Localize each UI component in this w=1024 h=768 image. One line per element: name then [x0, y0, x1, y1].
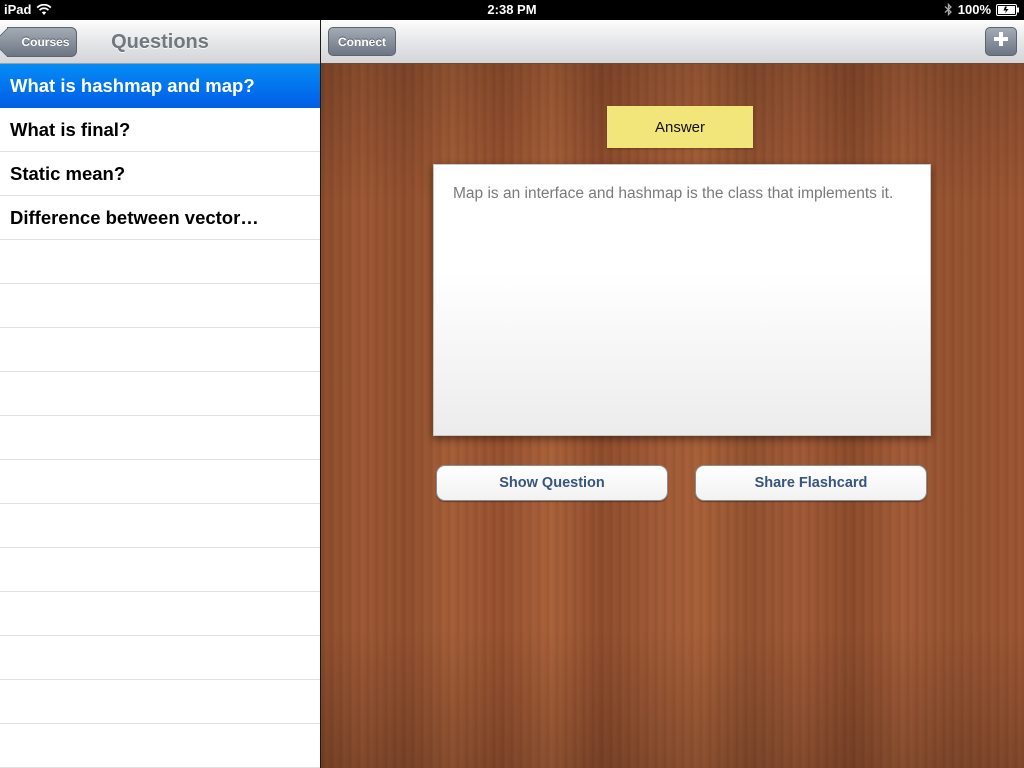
empty-row [0, 548, 320, 592]
courses-back-label: Courses [21, 35, 70, 49]
add-button[interactable] [985, 27, 1017, 56]
question-list: What is hashmap and map? What is final? … [0, 64, 320, 768]
question-label: What is final? [10, 118, 131, 140]
detail-navigation-bar: Connect [321, 20, 1024, 64]
battery-percent: 100% [957, 2, 991, 17]
empty-row [0, 460, 320, 504]
status-time: 2:38 PM [487, 2, 537, 17]
empty-row [0, 680, 320, 724]
empty-row [0, 328, 320, 372]
connect-button[interactable]: Connect [328, 27, 396, 56]
question-label: Static mean? [10, 162, 126, 184]
empty-row [0, 284, 320, 328]
master-pane: Courses Questions What is hashmap and ma… [0, 20, 320, 768]
question-row[interactable]: Difference between vector… [0, 196, 320, 240]
question-label: What is hashmap and map? [10, 74, 255, 96]
empty-row [0, 416, 320, 460]
answer-tape-label: Answer [607, 106, 753, 148]
plus-icon [993, 31, 1009, 52]
empty-row [0, 504, 320, 548]
question-row[interactable]: What is final? [0, 108, 320, 152]
master-navigation-bar: Courses Questions [0, 20, 320, 64]
bluetooth-icon [944, 3, 953, 16]
empty-row [0, 372, 320, 416]
share-flashcard-button[interactable]: Share Flashcard [695, 465, 927, 501]
question-row[interactable]: What is hashmap and map? [0, 64, 320, 108]
question-row[interactable]: Static mean? [0, 152, 320, 196]
status-bar: iPad 2:38 PM 100% [0, 0, 1024, 20]
question-label: Difference between vector… [10, 206, 259, 228]
answer-text: Map is an interface and hashmap is the c… [453, 185, 894, 202]
empty-row [0, 240, 320, 284]
flashcard: Map is an interface and hashmap is the c… [433, 164, 931, 436]
detail-pane: Connect Answer Map is an interface and h… [321, 20, 1024, 768]
status-right: 100% [944, 2, 1020, 17]
empty-row [0, 724, 320, 768]
battery-icon [996, 3, 1020, 16]
show-question-button[interactable]: Show Question [436, 465, 668, 501]
empty-row [0, 636, 320, 680]
empty-row [0, 592, 320, 636]
